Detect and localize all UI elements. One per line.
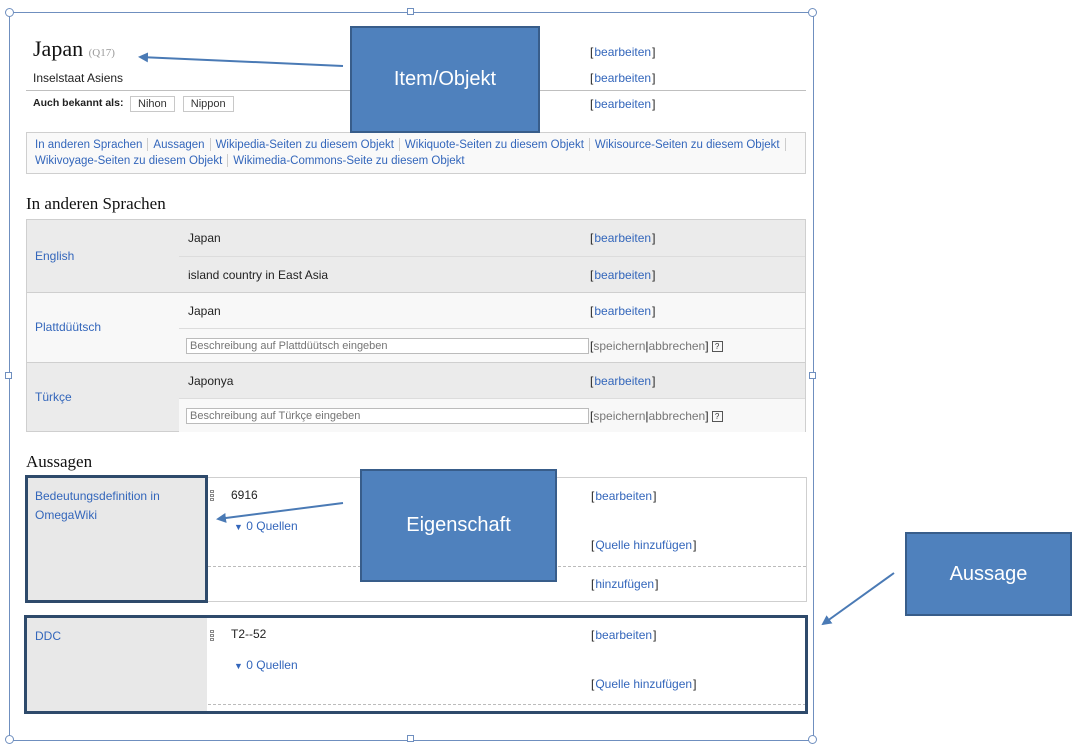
callout-property: Eigenschaft — [360, 469, 557, 582]
callout-statement: Aussage — [905, 532, 1072, 616]
callout-item: Item/Objekt — [350, 26, 540, 133]
arrow-to-property — [216, 502, 344, 523]
arrow-to-statement — [821, 572, 895, 626]
arrow-to-item — [138, 52, 344, 67]
